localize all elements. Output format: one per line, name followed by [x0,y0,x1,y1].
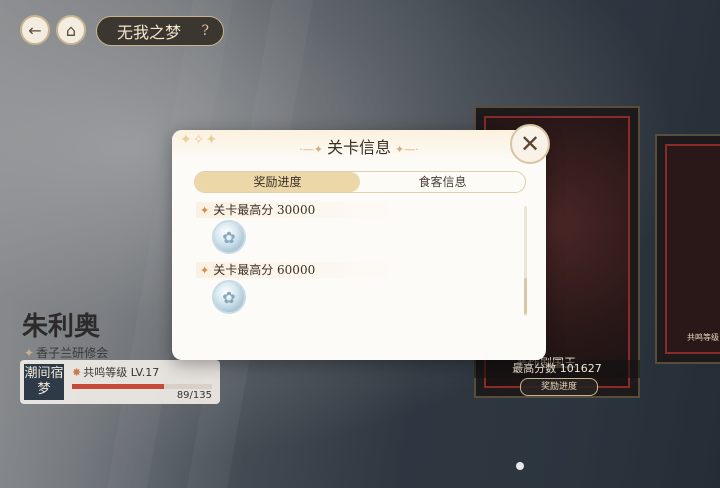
character-organization: ✦ 香子兰研修会 [24,344,108,361]
scrollbar-thumb[interactable] [524,278,527,314]
title-ornament-icon: ✦—· [395,143,419,156]
organization-label: 香子兰研修会 [36,346,109,360]
home-button[interactable]: ⌂ [56,15,86,45]
help-button[interactable]: ? [201,23,209,39]
page-indicator-dot[interactable] [516,462,524,470]
character-name: 朱利奥 [22,312,101,342]
title-ornament-icon: ·—✦ [299,143,323,156]
side-card-text: 共鸣等级 [687,333,719,342]
back-arrow-icon: ← [28,20,42,40]
exp-bar-fill [72,384,165,389]
reward-label: 关卡最高分 30000 [213,203,316,217]
character-status-card: 潮间宿梦 ✸ 共鸣等级 LV.17 89/135 [20,360,220,404]
reward-row: ✦ 关卡最高分 60000 [196,262,396,278]
stage-info-modal: ✦✧✦ ·—✦ 关卡信息 ✦—· 奖励进度 食客信息 ✦ 关卡最高分 30000 ✿ … [172,130,546,360]
card-best-score: 最高分数 101627 [474,360,640,378]
crystal-icon[interactable]: ✿ [212,280,246,314]
resonance-level: ✸ 共鸣等级 LV.17 [72,364,159,380]
home-icon: ⌂ [65,20,77,40]
resonance-icon: ✸ [72,366,82,379]
modal-title-text: 关卡信息 [326,138,391,157]
modal-title: ·—✦ 关卡信息 ✦—· [172,134,546,158]
crystal-icon[interactable]: ✿ [212,220,246,254]
close-icon: ✕ [519,130,541,158]
star-icon: ✦ [24,346,35,360]
level-label: 共鸣等级 LV.17 [83,366,160,379]
exp-bar [72,384,212,389]
side-stage-card[interactable]: 共鸣等级 [655,134,720,364]
star-icon: ✦ [200,204,210,217]
reward-row: ✦ 关卡最高分 30000 [196,202,396,218]
reward-label: 关卡最高分 60000 [213,263,316,277]
tab-reward-progress[interactable]: 奖励进度 [195,172,360,192]
card-art [665,144,720,354]
tab-diner-info[interactable]: 食客信息 [360,172,525,192]
stage-title-pill: 无我之梦 ? [96,16,224,46]
reward-list: ✦ 关卡最高分 30000 ✿ ✦ 关卡最高分 60000 ✿ [196,202,518,350]
modal-header: ✦✧✦ ·—✦ 关卡信息 ✦—· [172,130,546,160]
stage-title: 无我之梦 [117,23,182,42]
modal-tabs: 奖励进度 食客信息 [194,171,526,193]
exp-text: 89/135 [176,390,212,401]
reward-progress-button[interactable]: 奖励进度 [520,378,598,396]
star-icon: ✦ [200,264,210,277]
title-badge: 潮间宿梦 [24,364,64,400]
back-button[interactable]: ← [20,15,50,45]
close-button[interactable]: ✕ [510,124,550,164]
